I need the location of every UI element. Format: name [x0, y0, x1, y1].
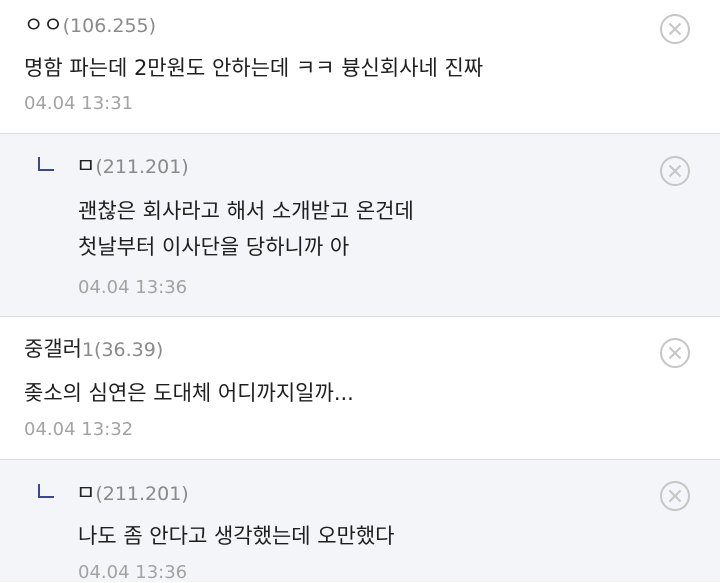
- comment-text-line: 괜찮은 회사라고 해서 소개받고 온건데: [78, 199, 414, 223]
- reply-item: ㅁ(211.201) 나도 좀 안다고 생각했는데 오만했다 04.04 13:…: [0, 460, 720, 583]
- reply-item: ㅁ(211.201) 괜찮은 회사라고 해서 소개받고 온건데 첫날부터 이사단…: [0, 134, 720, 317]
- comment-ip: (211.201): [95, 156, 189, 178]
- comment-list: ㅇㅇ(106.255) 명함 파는데 2만원도 안하는데 ㅋㅋ 븅신회사네 진짜…: [0, 0, 720, 583]
- comment-nickname[interactable]: ㅇㅇ: [24, 13, 63, 37]
- delete-comment-button[interactable]: [659, 480, 691, 512]
- comment-author: ㅇㅇ(106.255): [24, 10, 156, 41]
- delete-comment-button[interactable]: [659, 155, 691, 187]
- delete-comment-button[interactable]: [659, 337, 691, 369]
- comment-author: ㅁ(211.201): [38, 151, 189, 182]
- reply-arrow-icon: [38, 157, 54, 171]
- comment-item: ㅇㅇ(106.255) 명함 파는데 2만원도 안하는데 ㅋㅋ 븅신회사네 진짜…: [0, 0, 720, 134]
- comment-author: 중갤러1(36.39): [24, 334, 163, 365]
- comment-item: 중갤러1(36.39) 좆소의 심연은 도대체 어디까지일까... 04.04 …: [0, 317, 720, 460]
- comment-text-line: 명함 파는데 2만원도 안하는데 ㅋㅋ 븅신회사네 진짜: [24, 56, 484, 80]
- comment-date: 04.04 13:36: [78, 277, 188, 298]
- comment-ip: 1(36.39): [81, 339, 164, 361]
- comment-text: 나도 좀 안다고 생각했는데 오만했다: [78, 518, 395, 554]
- comment-text: 괜찮은 회사라고 해서 소개받고 온건데 첫날부터 이사단을 당하니까 아: [78, 193, 414, 265]
- comment-nickname[interactable]: ㅁ: [76, 481, 95, 505]
- comment-date: 04.04 13:31: [24, 93, 134, 114]
- close-circle-icon: [660, 481, 690, 511]
- comment-text: 명함 파는데 2만원도 안하는데 ㅋㅋ 븅신회사네 진짜: [24, 50, 483, 86]
- comment-text-line: 나도 좀 안다고 생각했는데 오만했다: [78, 524, 395, 548]
- comment-ip: (106.255): [62, 15, 157, 37]
- comment-nickname[interactable]: 중갤러: [24, 337, 82, 361]
- comment-nickname[interactable]: ㅁ: [76, 154, 95, 178]
- reply-arrow-icon: [38, 484, 54, 498]
- close-circle-icon: [660, 338, 690, 368]
- comment-text-line: 첫날부터 이사단을 당하니까 아: [78, 235, 350, 259]
- comment-date: 04.04 13:32: [24, 419, 134, 440]
- comment-text: 좆소의 심연은 도대체 어디까지일까...: [24, 375, 354, 411]
- comment-ip: (211.201): [95, 483, 189, 505]
- comment-date: 04.04 13:36: [78, 562, 188, 583]
- comment-text-line: 좆소의 심연은 도대체 어디까지일까...: [24, 381, 354, 405]
- delete-comment-button[interactable]: [659, 13, 691, 45]
- close-circle-icon: [660, 156, 690, 186]
- comment-author: ㅁ(211.201): [38, 478, 189, 509]
- close-circle-icon: [660, 14, 690, 44]
